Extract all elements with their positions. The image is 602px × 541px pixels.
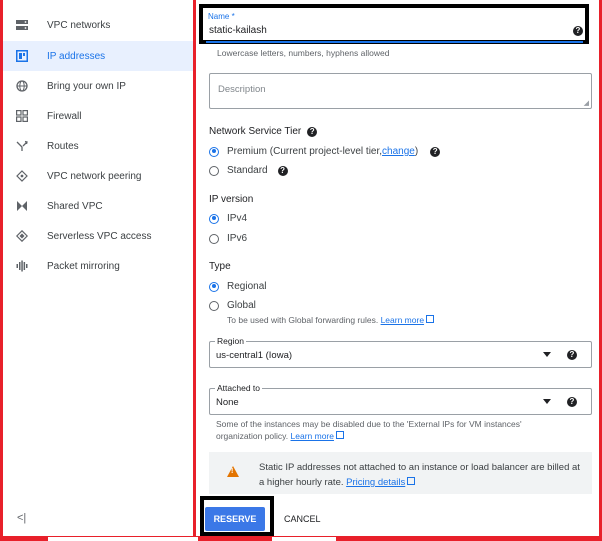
sidebar-item-bring-your-own-ip[interactable]: Bring your own IP xyxy=(3,71,193,101)
annotation-gap xyxy=(272,537,336,541)
regional-radio[interactable] xyxy=(209,281,219,292)
sidebar-item-label: IP addresses xyxy=(47,50,106,62)
reserve-button[interactable]: RESERVE xyxy=(205,507,265,531)
sidebar-item-ip-addresses[interactable]: IP addresses xyxy=(3,41,193,71)
routes-icon xyxy=(15,139,29,153)
ipv4-radio[interactable] xyxy=(209,213,219,224)
sidebar-item-shared-vpc[interactable]: Shared VPC xyxy=(3,191,193,221)
ipv4-label: IPv4 xyxy=(227,213,248,224)
attached-to-select[interactable]: Attached to None ? xyxy=(209,383,592,415)
standard-help-icon[interactable]: ? xyxy=(277,165,288,176)
region-label: Region xyxy=(215,336,246,346)
dropdown-arrow-icon[interactable] xyxy=(543,352,551,357)
tier-standard-option[interactable]: Standard ? xyxy=(209,165,288,176)
sidebar-item-label: Serverless VPC access xyxy=(47,230,152,242)
billing-warning-text: Static IP addresses not attached to an i… xyxy=(259,460,584,490)
region-select[interactable]: Region us-central1 (Iowa) ? xyxy=(209,336,592,368)
change-tier-link[interactable]: change xyxy=(382,146,415,157)
sidebar-item-label: VPC network peering xyxy=(47,170,142,182)
ip-addresses-icon xyxy=(15,49,29,63)
name-input[interactable]: static-kailash xyxy=(209,25,267,36)
ip-version-title: IP version xyxy=(209,194,254,205)
attached-to-help-icon[interactable]: ? xyxy=(567,397,577,407)
standard-radio[interactable] xyxy=(209,165,219,176)
tier-premium-option[interactable]: Premium (Current project-level tier, cha… xyxy=(209,146,441,157)
dropdown-arrow-icon[interactable] xyxy=(543,399,551,404)
sidebar-item-serverless-vpc-access[interactable]: Serverless VPC access xyxy=(3,221,193,251)
globe-icon xyxy=(15,79,29,93)
regional-option[interactable]: Regional xyxy=(209,281,266,292)
global-hint: To be used with Global forwarding rules.… xyxy=(227,315,435,325)
attached-to-hint: Some of the instances may be disabled du… xyxy=(216,418,556,442)
description-placeholder: Description xyxy=(218,84,266,95)
attached-to-value: None xyxy=(216,397,239,408)
pricing-details-link[interactable]: Pricing details xyxy=(346,477,405,488)
reserve-static-address-form: Name * static-kailash ? Lowercase letter… xyxy=(196,0,599,536)
sidebar-item-label: Shared VPC xyxy=(47,200,103,212)
annotation-gap xyxy=(48,537,198,541)
firewall-icon xyxy=(15,109,29,123)
shared-vpc-icon xyxy=(15,199,29,213)
standard-label: Standard xyxy=(227,165,268,176)
sidebar-item-firewall[interactable]: Firewall xyxy=(3,101,193,131)
tier-help-icon[interactable]: ? xyxy=(307,126,318,137)
global-learn-more-link[interactable]: Learn more xyxy=(381,315,424,325)
sidebar-item-label: Packet mirroring xyxy=(47,260,120,272)
sidebar-item-label: VPC networks xyxy=(47,19,111,31)
vpc-networks-icon xyxy=(15,18,29,32)
cancel-button[interactable]: CANCEL xyxy=(284,514,321,524)
billing-warning-alert: ! Static IP addresses not attached to an… xyxy=(209,452,592,494)
network-service-tier-heading: Network Service Tier ? xyxy=(209,126,318,137)
external-link-icon xyxy=(407,477,416,485)
peering-icon xyxy=(15,169,29,183)
attached-to-hint-text: Some of the instances may be disabled du… xyxy=(216,419,522,441)
sidebar-item-vpc-networks[interactable]: VPC networks xyxy=(3,10,193,40)
alert-text: Static IP addresses not attached to an i… xyxy=(259,462,580,488)
attached-to-label: Attached to xyxy=(215,383,263,393)
collapse-sidebar-icon[interactable]: <| xyxy=(17,512,26,524)
sidebar-item-vpc-network-peering[interactable]: VPC network peering xyxy=(3,161,193,191)
packet-mirroring-icon xyxy=(15,259,29,273)
premium-help-icon[interactable]: ? xyxy=(430,146,441,157)
serverless-icon xyxy=(15,229,29,243)
global-label: Global xyxy=(227,300,256,311)
warning-icon-mark: ! xyxy=(231,468,234,475)
region-value: us-central1 (Iowa) xyxy=(216,350,293,361)
regional-label: Regional xyxy=(227,281,267,292)
premium-label-close: ) xyxy=(414,146,419,157)
annotation-divider xyxy=(193,0,196,541)
global-hint-text: To be used with Global forwarding rules. xyxy=(227,315,379,325)
premium-label: Premium (Current project-level tier, xyxy=(227,146,383,157)
attached-learn-more-link[interactable]: Learn more xyxy=(291,431,334,441)
resize-handle-icon[interactable]: ◢ xyxy=(584,99,589,107)
sidebar: VPC networks IP addresses Bring your own… xyxy=(3,0,193,541)
name-help-icon[interactable]: ? xyxy=(573,26,583,36)
premium-radio[interactable] xyxy=(209,146,219,157)
ipv6-option[interactable]: IPv6 xyxy=(209,233,247,244)
sidebar-item-packet-mirroring[interactable]: Packet mirroring xyxy=(3,251,193,281)
global-radio[interactable] xyxy=(209,300,219,311)
ipv6-label: IPv6 xyxy=(227,233,248,244)
sidebar-item-label: Bring your own IP xyxy=(47,80,126,92)
network-service-tier-title: Network Service Tier xyxy=(209,126,302,137)
sidebar-item-routes[interactable]: Routes xyxy=(3,131,193,161)
ipv4-option[interactable]: IPv4 xyxy=(209,213,247,224)
external-link-icon xyxy=(426,315,435,323)
description-field[interactable]: Description ◢ xyxy=(209,73,592,109)
global-option[interactable]: Global xyxy=(209,300,256,311)
type-title: Type xyxy=(209,261,231,272)
sidebar-item-label: Routes xyxy=(47,140,79,152)
region-help-icon[interactable]: ? xyxy=(567,350,577,360)
name-hint: Lowercase letters, numbers, hyphens allo… xyxy=(217,48,390,58)
sidebar-item-label: Firewall xyxy=(47,110,82,122)
ipv6-radio[interactable] xyxy=(209,233,219,244)
name-field-label: Name * xyxy=(208,12,235,21)
external-link-icon xyxy=(335,431,344,439)
